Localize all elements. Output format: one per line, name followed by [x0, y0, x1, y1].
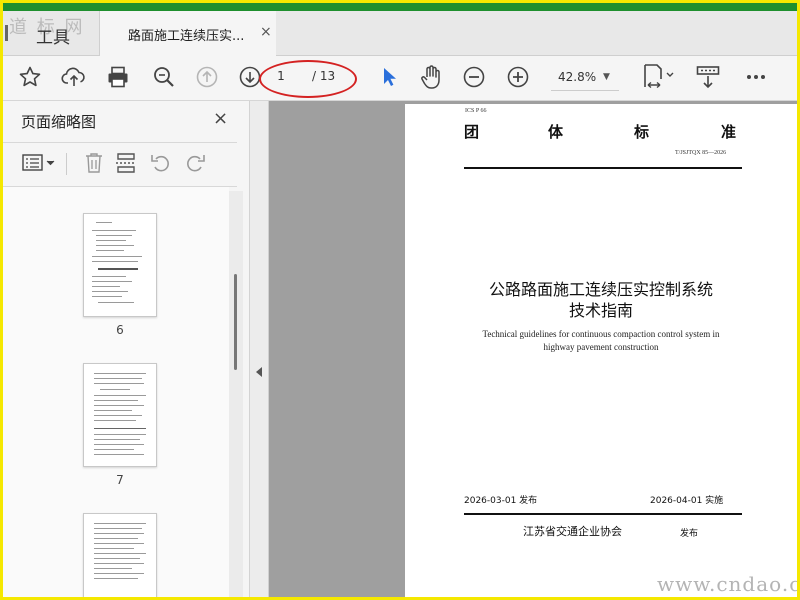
- rotate-left-icon[interactable]: [148, 151, 174, 175]
- rotate-right-icon[interactable]: [182, 151, 208, 175]
- issuer: 江苏省交通企业协会: [523, 525, 622, 538]
- panel-collapse-handle[interactable]: [250, 101, 269, 597]
- read-mode-icon[interactable]: [693, 62, 723, 92]
- thumbnail-page-8[interactable]: [83, 513, 157, 597]
- zoom-value[interactable]: 42.8%: [558, 70, 596, 84]
- tab-document-label: 路面施工连续压实...: [128, 29, 245, 44]
- more-icon[interactable]: [741, 62, 771, 92]
- page-number-input[interactable]: 1: [271, 69, 291, 83]
- tab-edge: [5, 25, 8, 41]
- panel-title: 页面缩略图: [21, 113, 97, 131]
- chevron-down-icon[interactable]: ▼: [603, 72, 610, 82]
- tab-document[interactable]: 路面施工连续压实... ×: [100, 11, 276, 56]
- release-date: 2026-03-01 发布: [464, 496, 538, 506]
- zoom-underline: [551, 90, 619, 91]
- document-viewport[interactable]: ICS P 66 团 体 标 准 T/JSJTQX 85—2026 公路路面施工…: [269, 101, 797, 597]
- site-watermark: www.cndao.com: [657, 572, 800, 596]
- thumbnail-label: 7: [116, 473, 124, 487]
- cloud-upload-icon[interactable]: [59, 62, 89, 92]
- divider: [464, 513, 742, 515]
- panel-toolbar: [3, 143, 237, 183]
- thumbnail-options-icon[interactable]: [21, 151, 57, 175]
- divider: [464, 167, 742, 169]
- zoom-out-icon[interactable]: [459, 62, 489, 92]
- divider: [66, 153, 67, 175]
- title-cn-line2: 技术指南: [568, 301, 633, 320]
- thumbnail-page-7[interactable]: [83, 363, 157, 467]
- thumbnail-label: 6: [116, 323, 124, 337]
- standard-type-char: 准: [721, 123, 737, 141]
- standard-type-char: 团: [464, 123, 480, 141]
- thumbnail-scrollbar[interactable]: [229, 191, 243, 597]
- standard-number: T/JSJTQX 85—2026: [675, 150, 727, 156]
- extract-pages-icon[interactable]: [113, 151, 139, 175]
- app-window: 道 标 网 工具 路面施工连续压实... × 1 / 13 42.8% ▼ 页面…: [0, 0, 800, 600]
- tab-bar: 道 标 网 工具 路面施工连续压实... ×: [3, 11, 797, 56]
- document-page: ICS P 66 团 体 标 准 T/JSJTQX 85—2026 公路路面施工…: [405, 104, 797, 597]
- ics-code: ICS P 66: [465, 108, 487, 114]
- select-cursor-icon[interactable]: [373, 62, 403, 92]
- star-icon[interactable]: [15, 62, 45, 92]
- standard-type-char: 标: [634, 123, 650, 141]
- thumbnail-panel: 页面缩略图 × 6 7: [3, 101, 250, 597]
- scrollbar-thumb[interactable]: [234, 274, 237, 370]
- page-total: / 13: [312, 69, 336, 83]
- thumbnail-page-6[interactable]: [83, 213, 157, 317]
- issued-word: 发布: [680, 529, 699, 539]
- print-icon[interactable]: [103, 62, 133, 92]
- standard-type-char: 体: [548, 123, 564, 141]
- prev-page-icon[interactable]: [192, 62, 222, 92]
- collapse-arrow-icon[interactable]: [256, 367, 262, 377]
- trash-icon[interactable]: [81, 151, 107, 175]
- thumbnail-list: 6 7: [3, 187, 229, 597]
- panel-close-icon[interactable]: ×: [213, 108, 228, 129]
- zoom-search-icon[interactable]: [149, 62, 179, 92]
- zoom-in-icon[interactable]: [503, 62, 533, 92]
- effective-date: 2026-04-01 实施: [650, 496, 724, 506]
- tab-close-icon[interactable]: ×: [260, 24, 272, 40]
- page-fit-icon[interactable]: [639, 62, 679, 92]
- title-en-line1: Technical guidelines for continuous comp…: [482, 329, 720, 339]
- title-en-line2: highway pavement construction: [543, 342, 659, 352]
- toolbar: 1 / 13 42.8% ▼: [3, 56, 797, 101]
- title-bar: [3, 3, 797, 11]
- tab-tools-label: 工具: [36, 28, 70, 48]
- hand-tool-icon[interactable]: [416, 62, 446, 92]
- tab-tools[interactable]: 道 标 网 工具: [3, 11, 100, 55]
